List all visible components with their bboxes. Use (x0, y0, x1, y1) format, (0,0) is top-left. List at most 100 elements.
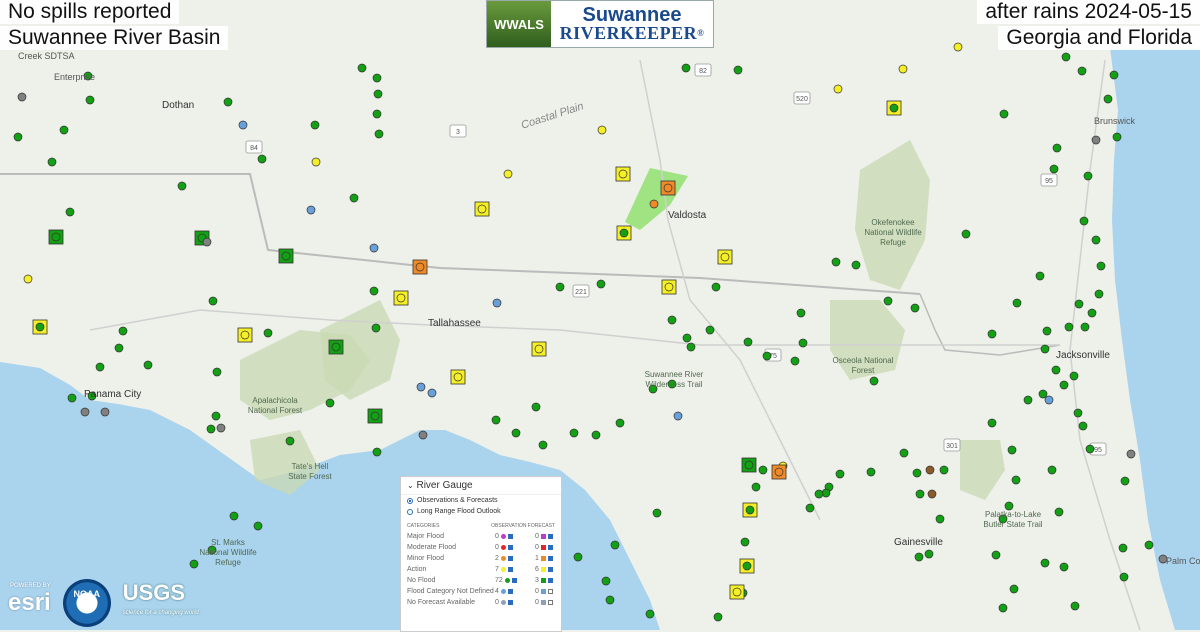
gauge-marker[interactable] (416, 382, 426, 392)
gauge-marker[interactable] (743, 337, 753, 347)
gauge-marker[interactable] (310, 120, 320, 130)
gauge-marker[interactable] (1049, 164, 1059, 174)
gauge-marker[interactable] (281, 251, 291, 261)
gauge-marker[interactable] (927, 489, 937, 499)
gauge-marker[interactable] (555, 282, 565, 292)
gauge-marker[interactable] (369, 243, 379, 253)
gauge-marker[interactable] (263, 328, 273, 338)
legend-fc-checkbox[interactable] (547, 567, 553, 572)
gauge-marker[interactable] (491, 415, 501, 425)
radio-unselected-icon[interactable] (407, 508, 413, 515)
gauge-marker[interactable] (202, 237, 212, 247)
gauge-marker[interactable] (591, 430, 601, 440)
gauge-marker[interactable] (177, 181, 187, 191)
gauge-marker[interactable] (372, 73, 382, 83)
gauge-marker[interactable] (935, 514, 945, 524)
legend-fc-checkbox[interactable] (547, 545, 553, 550)
gauge-marker[interactable] (987, 329, 997, 339)
gauge-marker[interactable] (883, 296, 893, 306)
gauge-marker[interactable] (369, 286, 379, 296)
gauge-marker[interactable] (762, 351, 772, 361)
gauge-marker[interactable] (1042, 326, 1052, 336)
gauge-marker[interactable] (814, 489, 824, 499)
gauge-marker[interactable] (1078, 421, 1088, 431)
gauge-marker[interactable] (370, 411, 380, 421)
gauge-marker[interactable] (1091, 135, 1101, 145)
gauge-marker[interactable] (1069, 371, 1079, 381)
gauge-marker[interactable] (1074, 299, 1084, 309)
gauge-marker[interactable] (713, 612, 723, 622)
gauge-marker[interactable] (477, 204, 487, 214)
gauge-marker[interactable] (223, 97, 233, 107)
gauge-marker[interactable] (23, 274, 33, 284)
gauge-marker[interactable] (924, 549, 934, 559)
gauge-marker[interactable] (898, 64, 908, 74)
gauge-marker[interactable] (573, 552, 583, 562)
gauge-marker[interactable] (1052, 143, 1062, 153)
gauge-marker[interactable] (899, 448, 909, 458)
legend-obs-checkbox[interactable] (507, 556, 513, 561)
gauge-marker[interactable] (208, 296, 218, 306)
gauge-marker[interactable] (415, 262, 425, 272)
gauge-marker[interactable] (1073, 408, 1083, 418)
gauge-marker[interactable] (939, 465, 949, 475)
gauge-marker[interactable] (851, 260, 861, 270)
gauge-marker[interactable] (1077, 66, 1087, 76)
option-long-range[interactable]: Long Range Flood Outlook (401, 506, 561, 517)
gauge-marker[interactable] (1112, 132, 1122, 142)
gauge-marker[interactable] (216, 423, 226, 433)
gauge-marker[interactable] (374, 129, 384, 139)
gauge-marker[interactable] (325, 398, 335, 408)
gauge-marker[interactable] (372, 447, 382, 457)
gauge-marker[interactable] (229, 511, 239, 521)
gauge-marker[interactable] (914, 552, 924, 562)
gauge-marker[interactable] (206, 424, 216, 434)
legend-obs-checkbox[interactable] (507, 534, 513, 539)
gauge-marker[interactable] (681, 63, 691, 73)
gauge-marker[interactable] (1059, 380, 1069, 390)
gauge-marker[interactable] (240, 330, 250, 340)
gauge-marker[interactable] (745, 505, 755, 515)
legend-obs-checkbox[interactable] (507, 589, 513, 594)
gauge-marker[interactable] (831, 257, 841, 267)
gauge-marker[interactable] (114, 343, 124, 353)
gauge-marker[interactable] (961, 229, 971, 239)
gauge-marker[interactable] (987, 418, 997, 428)
gauge-marker[interactable] (47, 157, 57, 167)
gauge-marker[interactable] (396, 293, 406, 303)
gauge-marker[interactable] (1040, 344, 1050, 354)
gauge-marker[interactable] (758, 465, 768, 475)
gauge-marker[interactable] (1064, 322, 1074, 332)
gauge-marker[interactable] (910, 303, 920, 313)
gauge-marker[interactable] (998, 603, 1008, 613)
gauge-marker[interactable] (740, 537, 750, 547)
legend-obs-checkbox[interactable] (507, 567, 513, 572)
gauge-marker[interactable] (503, 169, 513, 179)
gauge-marker[interactable] (1059, 562, 1069, 572)
gauge-marker[interactable] (790, 356, 800, 366)
gauge-marker[interactable] (257, 154, 267, 164)
gauge-marker[interactable] (1119, 572, 1129, 582)
gauge-marker[interactable] (798, 338, 808, 348)
chevron-down-icon[interactable]: ⌄ (407, 481, 414, 490)
gauge-marker[interactable] (663, 183, 673, 193)
gauge-marker[interactable] (1051, 365, 1061, 375)
gauge-marker[interactable] (35, 322, 45, 332)
gauge-marker[interactable] (118, 326, 128, 336)
gauge-marker[interactable] (373, 89, 383, 99)
gauge-marker[interactable] (1023, 395, 1033, 405)
legend-fc-checkbox[interactable] (547, 589, 553, 594)
gauge-marker[interactable] (705, 325, 715, 335)
gauge-marker[interactable] (601, 576, 611, 586)
gauge-marker[interactable] (1083, 171, 1093, 181)
gauge-marker[interactable] (511, 428, 521, 438)
gauge-marker[interactable] (744, 460, 754, 470)
gauge-marker[interactable] (1011, 475, 1021, 485)
gauge-marker[interactable] (720, 252, 730, 262)
gauge-marker[interactable] (51, 232, 61, 242)
gauge-marker[interactable] (1079, 216, 1089, 226)
gauge-marker[interactable] (1040, 558, 1050, 568)
gauge-marker[interactable] (686, 342, 696, 352)
gauge-marker[interactable] (100, 407, 110, 417)
gauge-marker[interactable] (531, 402, 541, 412)
